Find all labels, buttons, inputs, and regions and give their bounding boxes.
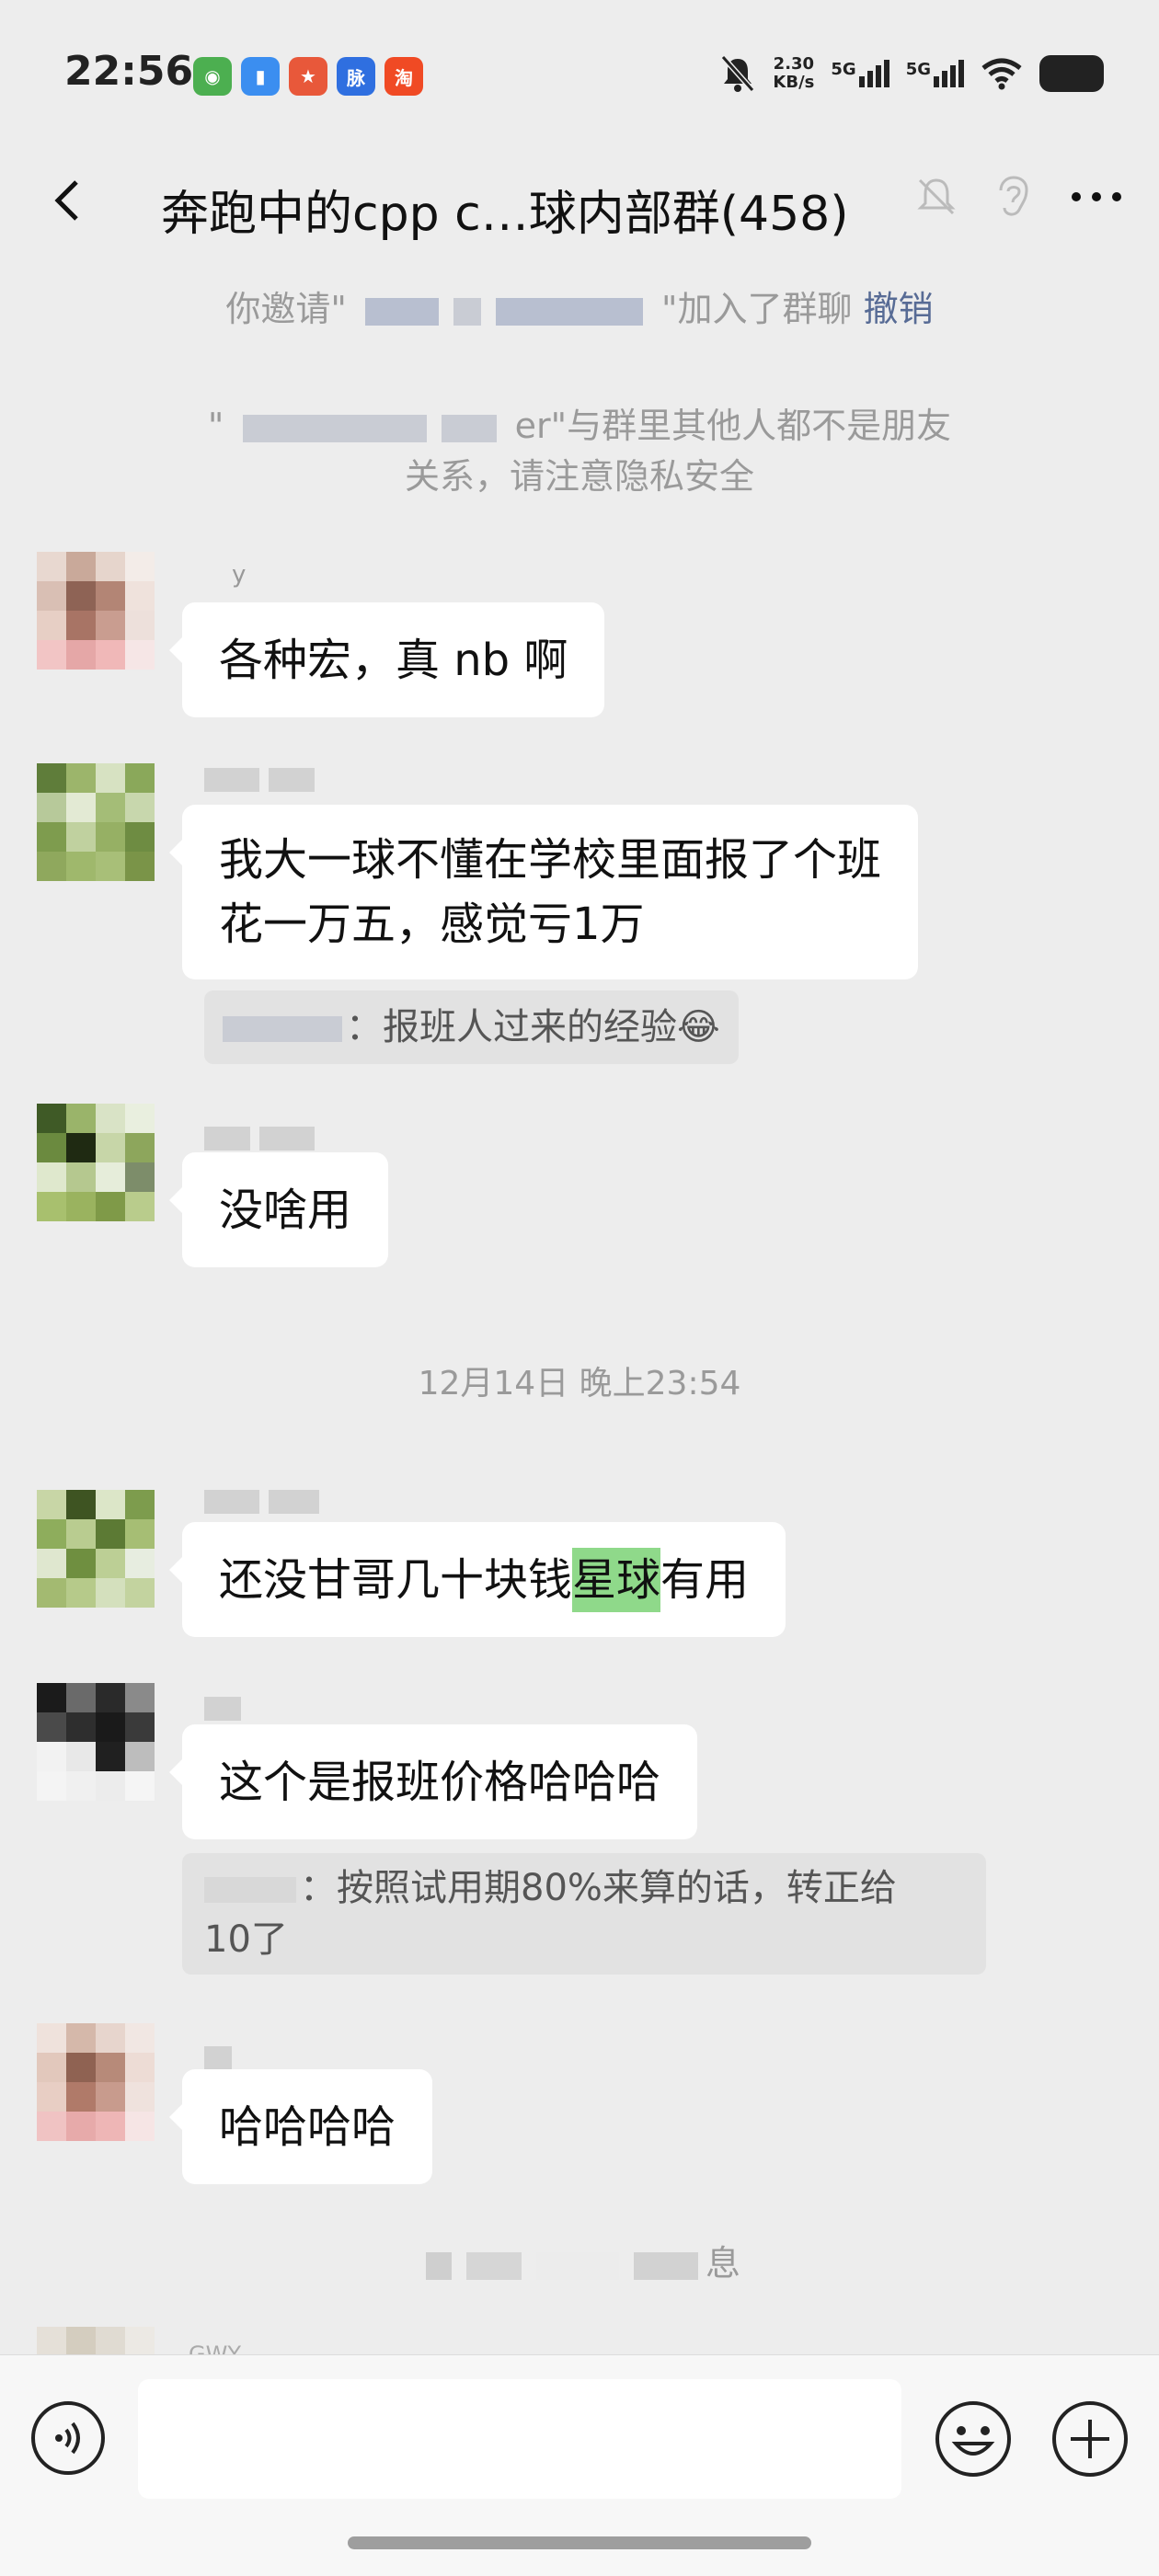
timestamp: 12月14日 晚上23:54 (418, 1365, 741, 1402)
privacy-line-2: 关系，请注意隐私安全 (404, 456, 754, 497)
message-bubble[interactable]: 还没甘哥几十块钱 星球 有用 (168, 1522, 786, 1637)
network-speed-value: 2.30 (773, 54, 815, 74)
quoted-reply-line-2: 10了 (204, 1918, 288, 1961)
sender-nickname (204, 1127, 315, 1154)
maimai-app-icon: 脉 (337, 57, 375, 96)
voice-input-icon[interactable] (29, 2399, 107, 2477)
avatar[interactable] (37, 552, 155, 670)
privacy-prefix: " (207, 406, 224, 446)
ear-icon[interactable] (995, 175, 1032, 219)
maimai-icon-label: 脉 (347, 66, 365, 89)
message-input[interactable] (138, 2379, 901, 2499)
group-notice-text: 息 (705, 2243, 740, 2284)
signal-1-label: 5G (831, 60, 856, 79)
notification-app-icons: ◉ ▮ ★ 脉 淘 (193, 57, 423, 96)
message-text-end: 有用 (660, 1553, 750, 1606)
signal-1-icon: 5G (831, 60, 889, 87)
sender-nickname: y (204, 561, 246, 589)
game-app-icon: ★ (289, 57, 327, 96)
signal-2-label: 5G (905, 60, 931, 79)
network-speed: 2.30 KB/s (773, 55, 814, 92)
more-actions-plus-icon[interactable] (1050, 2399, 1130, 2479)
message-text: 这个是报班价格哈哈哈 (219, 1756, 661, 1808)
message-bubble[interactable]: 这个是报班价格哈哈哈 (168, 1724, 698, 1839)
message-bubble[interactable]: 哈哈哈哈 (168, 2069, 433, 2184)
mute-icon[interactable] (914, 175, 958, 219)
network-speed-unit: KB/s (773, 73, 815, 92)
invite-suffix: "加入了群聊 (661, 289, 853, 329)
home-indicator[interactable] (348, 2536, 811, 2549)
sender-nickname (204, 1490, 319, 1517)
invite-system-message: 你邀请" "加入了群聊 撤销 (0, 280, 1159, 331)
emoji-icon[interactable] (934, 2399, 1013, 2479)
battery-icon (1039, 55, 1104, 92)
signal-2-icon: 5G (906, 60, 964, 87)
avatar[interactable] (37, 1104, 155, 1221)
message-text: 哈哈哈哈 (219, 2101, 396, 2153)
avatar[interactable] (37, 763, 155, 881)
privacy-line-1: er"与群里其他人都不是朋友 (514, 406, 952, 446)
undo-link[interactable]: 撤销 (864, 289, 934, 329)
bell-muted-icon (721, 55, 755, 92)
sender-nickname (204, 1697, 241, 1724)
more-icon[interactable] (1069, 188, 1124, 206)
privacy-system-message: " er"与群里其他人都不是朋友 关系，请注意隐私安全 (0, 397, 1159, 498)
message-text: 没啥用 (219, 1184, 352, 1236)
gallery-app-icon: ◉ (193, 57, 232, 96)
quoted-reply-line-1: ：按照试用期80%来算的话，转正给 (300, 1867, 897, 1909)
invite-prefix: 你邀请" (225, 289, 347, 329)
sender-nickname-partial: GWY (189, 2341, 241, 2354)
chat-header: 奔跑中的cpp c…球内部群(458) (0, 147, 1159, 262)
sender-nickname-text: y (232, 561, 247, 589)
message-text: 还没甘哥几十块钱 (219, 1553, 573, 1606)
group-notice-system-message: 息 (0, 2235, 1159, 2285)
message-text-line-1: 我大一球不懂在学校里面报了个班 (219, 834, 882, 886)
message-bubble[interactable]: 没啥用 (168, 1152, 389, 1267)
avatar[interactable] (37, 2327, 155, 2354)
laughing-emoji-icon: 😂 (677, 1006, 720, 1048)
wifi-icon (981, 58, 1022, 90)
taobao-app-icon: 淘 (384, 57, 423, 96)
quoted-reply[interactable]: ：报班人过来的经验😂 (204, 990, 739, 1064)
status-bar: 22:56 ◉ ▮ ★ 脉 淘 2.30 KB/s 5G 5G (0, 0, 1159, 147)
sender-nickname (204, 768, 315, 796)
avatar[interactable] (37, 2023, 155, 2141)
group-title: 奔跑中的cpp c…球内部群(458) (161, 187, 849, 242)
avatar[interactable] (37, 1490, 155, 1608)
back-icon[interactable] (41, 173, 97, 228)
message-bubble[interactable]: 各种宏，真 nb 啊 (168, 602, 605, 717)
avatar[interactable] (37, 1683, 155, 1801)
files-app-icon: ▮ (241, 57, 280, 96)
message-text-line-2: 花一万五，感觉亏1万 (219, 899, 645, 950)
clock: 22:56 (64, 48, 194, 95)
quoted-reply-text: ：报班人过来的经验 (346, 1006, 677, 1048)
message-bubble[interactable]: 我大一球不懂在学校里面报了个班 花一万五，感觉亏1万 (168, 805, 919, 979)
system-indicators: 2.30 KB/s 5G 5G (719, 53, 1104, 94)
quoted-reply[interactable]: ：按照试用期80%来算的话，转正给 10了 (182, 1853, 986, 1975)
message-text: 各种宏，真 nb 啊 (219, 634, 568, 686)
highlighted-keyword-link[interactable]: 星球 (572, 1547, 661, 1612)
